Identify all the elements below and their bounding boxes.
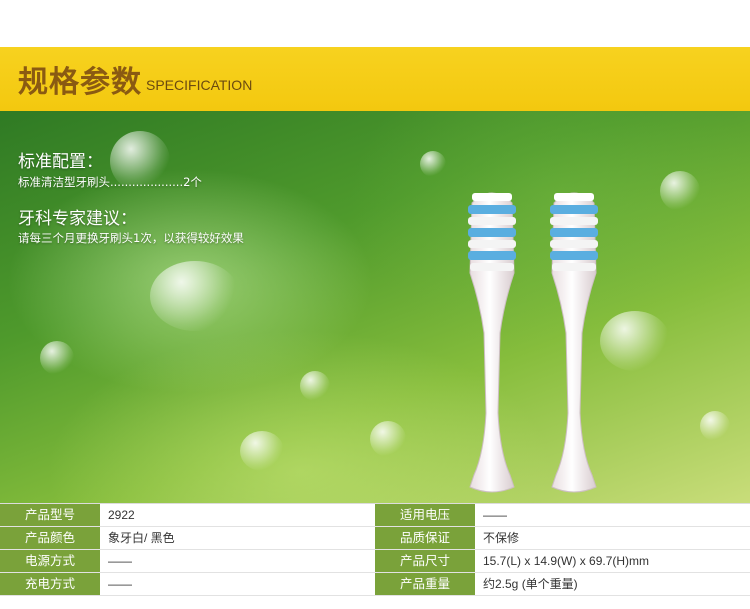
table-row: 充电方式 —— 产品重量 约2.5g (单个重量) <box>0 573 750 596</box>
section-title: 规格参数 <box>18 65 142 100</box>
spec-table: 产品型号 2922 适用电压 —— 产品颜色 象牙白/ 黑色 品质保证 不保修 … <box>0 503 750 596</box>
hero-image: 标准配置： 标准清洁型牙刷头....................2个 牙科专… <box>0 111 750 503</box>
water-drop <box>420 151 446 177</box>
spec-label: 产品重量 <box>375 573 475 595</box>
spec-value: 约2.5g (单个重量) <box>483 577 578 591</box>
spec-value: 不保修 <box>483 531 520 545</box>
water-drop <box>600 311 670 371</box>
section-subtitle: SPECIFICATION <box>146 77 253 93</box>
table-row: 电源方式 —— 产品尺寸 15.7(L) x 14.9(W) x 69.7(H)… <box>0 550 750 573</box>
spec-value: —— <box>483 508 507 522</box>
standard-config-heading: 标准配置： <box>18 152 103 172</box>
water-drop <box>700 411 730 441</box>
spec-label: 电源方式 <box>0 550 100 572</box>
water-drop <box>370 421 406 457</box>
table-row: 产品型号 2922 适用电压 —— <box>0 504 750 527</box>
dentist-advice-text: 请每三个月更换牙刷头1次，以获得较好效果 <box>18 231 244 245</box>
spec-value: —— <box>108 554 132 568</box>
water-drop <box>300 371 330 401</box>
water-drop <box>240 431 284 471</box>
toothbrush-head-image <box>468 192 516 493</box>
standard-config-item: 标准清洁型牙刷头....................2个 <box>18 175 202 189</box>
spec-label: 产品颜色 <box>0 527 100 549</box>
spec-value: 象牙白/ 黑色 <box>108 531 175 545</box>
dentist-advice-heading: 牙科专家建议： <box>18 209 137 229</box>
spec-label: 充电方式 <box>0 573 100 595</box>
spec-label: 适用电压 <box>375 504 475 526</box>
table-row: 产品颜色 象牙白/ 黑色 品质保证 不保修 <box>0 527 750 550</box>
water-drop <box>150 261 240 331</box>
spec-value: 2922 <box>108 508 135 522</box>
spec-label: 产品尺寸 <box>375 550 475 572</box>
spec-value: 15.7(L) x 14.9(W) x 69.7(H)mm <box>483 554 650 568</box>
spec-label: 产品型号 <box>0 504 100 526</box>
water-drop <box>660 171 700 211</box>
spec-value: —— <box>108 577 132 591</box>
toothbrush-head-image <box>550 192 598 493</box>
header-band: 规格参数 SPECIFICATION <box>0 47 750 111</box>
water-drop <box>40 341 74 375</box>
spec-label: 品质保证 <box>375 527 475 549</box>
